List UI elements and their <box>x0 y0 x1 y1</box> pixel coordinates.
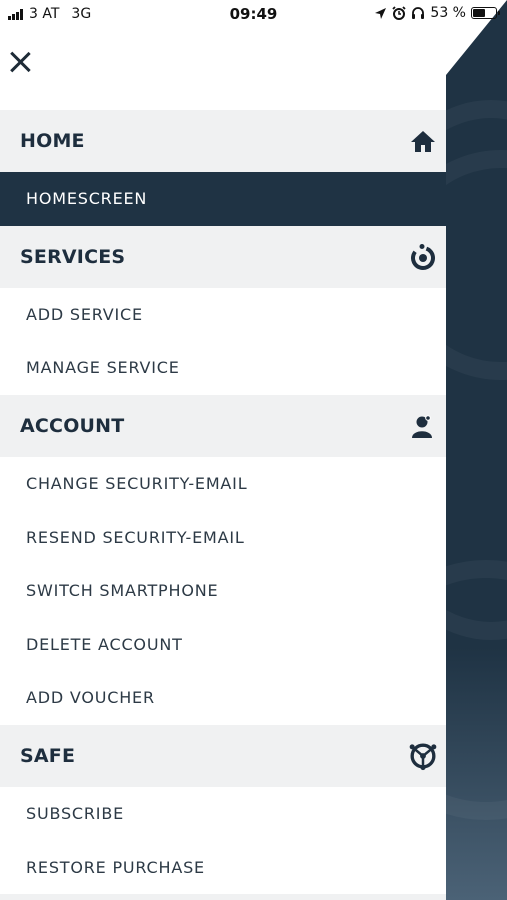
menu-item-label: RESTORE PURCHASE <box>26 857 205 877</box>
section-title: SERVICES <box>20 245 126 268</box>
section-title: ACCOUNT <box>20 414 125 437</box>
menu-item-label: SWITCH SMARTPHONE <box>26 581 219 601</box>
close-icon[interactable] <box>8 50 32 74</box>
menu-item-add-voucher[interactable]: ADD VOUCHER <box>0 671 446 725</box>
home-icon <box>408 126 438 156</box>
battery-fill <box>473 9 485 17</box>
status-right: 53 % <box>374 5 500 21</box>
menu-item-restore-purchase[interactable]: RESTORE PURCHASE <box>0 840 446 894</box>
menu-item-change-security-email[interactable]: CHANGE SECURITY-EMAIL <box>0 456 446 511</box>
status-bar: 3 AT 3G 09:49 53 % <box>0 0 507 28</box>
menu-item-label: MANAGE SERVICE <box>26 358 180 378</box>
battery-percentage: 53 % <box>430 5 466 21</box>
battery-icon <box>471 7 500 19</box>
menu-item-manage-service[interactable]: MANAGE SERVICE <box>0 341 446 395</box>
section-header-home: HOME <box>0 110 446 172</box>
account-icon <box>408 411 438 441</box>
menu-item-label: HOMESCREEN <box>26 189 148 209</box>
menu-item-label: SUBSCRIBE <box>26 804 125 824</box>
section-title: SAFE <box>20 744 76 767</box>
section-title: HOME <box>20 130 85 152</box>
services-icon <box>408 242 438 272</box>
menu-item-label: CHANGE SECURITY-EMAIL <box>26 474 248 494</box>
section-header-safe: SAFE <box>0 724 446 787</box>
section-header-account: ACCOUNT <box>0 394 446 457</box>
menu-item-label: ADD SERVICE <box>26 304 143 324</box>
headphones-icon <box>412 7 425 19</box>
menu-item-switch-smartphone[interactable]: SWITCH SMARTPHONE <box>0 563 446 618</box>
background-app-panel[interactable] <box>446 0 507 900</box>
menu-item-label: RESEND SECURITY-EMAIL <box>26 527 245 547</box>
menu-item-homescreen[interactable]: HOMESCREEN <box>0 172 446 226</box>
section-header-services: SERVICES <box>0 225 446 288</box>
location-arrow-icon <box>375 7 387 19</box>
alarm-icon <box>392 6 407 20</box>
menu-item-resend-security-email[interactable]: RESEND SECURITY-EMAIL <box>0 510 446 564</box>
menu-item-label: DELETE ACCOUNT <box>26 634 183 654</box>
section-header-partial <box>0 893 446 900</box>
safe-icon <box>408 741 438 771</box>
menu-item-label: ADD VOUCHER <box>26 688 155 708</box>
menu-item-delete-account[interactable]: DELETE ACCOUNT <box>0 617 446 672</box>
menu-item-subscribe[interactable]: SUBSCRIBE <box>0 786 446 841</box>
navigation-drawer: HOME HOMESCREEN SERVICES ADD SERVICE MANAG… <box>0 110 446 900</box>
menu-item-add-service[interactable]: ADD SERVICE <box>0 287 446 342</box>
